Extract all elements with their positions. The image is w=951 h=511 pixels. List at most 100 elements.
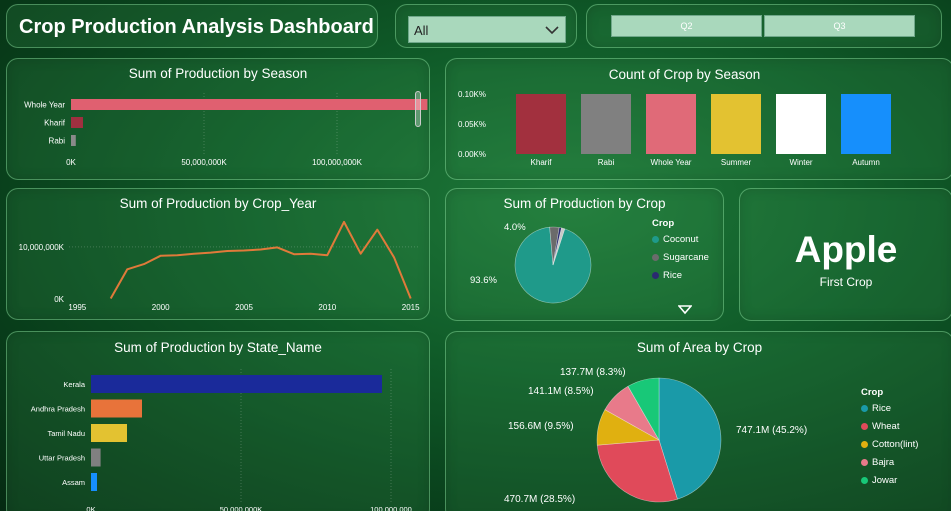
legend-label: Bajra: [872, 457, 895, 468]
x-tick-label: 50,000,000K: [181, 158, 227, 167]
x-category-label: Rabi: [598, 158, 615, 167]
legend-item[interactable]: Jowar: [861, 475, 918, 486]
legend-dot: [861, 423, 868, 430]
bar: [91, 473, 97, 491]
quarter-button-q3[interactable]: Q3: [764, 15, 915, 37]
bar: [91, 399, 142, 418]
chevron-down-icon: [545, 26, 559, 35]
legend-label: Rice: [663, 270, 683, 281]
quarter-button-q2[interactable]: Q2: [611, 15, 762, 37]
season-production-chart: 0K 50,000,000K 100,000,000K Whole Year Khari…: [24, 93, 428, 167]
dashboard-title: Crop Production Analysis Dashboard: [6, 4, 378, 48]
legend-dot: [861, 459, 868, 466]
season-dropdown[interactable]: All: [408, 16, 566, 43]
pie-data-label: 137.7M (8.3%): [560, 367, 626, 378]
pie-data-label: 93.6%: [470, 275, 497, 286]
y-tick-label: 0K: [54, 295, 64, 304]
legend-item[interactable]: Sugarcane: [652, 252, 709, 263]
legend-dot: [652, 236, 659, 243]
legend-title: Crop: [652, 218, 675, 229]
season-slicer-panel: All: [395, 4, 577, 48]
y-category-label: Kerala: [63, 380, 86, 389]
legend-item[interactable]: Rice: [861, 403, 918, 414]
x-tick-label: 0K: [66, 158, 76, 167]
legend-dot: [861, 441, 868, 448]
bar: [91, 448, 101, 467]
bar: [71, 135, 76, 146]
legend-title: Crop: [861, 387, 884, 398]
x-category-label: Whole Year: [651, 158, 692, 167]
year-production-panel: Sum of Production by Crop_Year 0K 10,000,…: [6, 188, 430, 320]
x-category-label: Kharif: [531, 158, 553, 167]
x-tick-label: 100,000,000K: [312, 158, 362, 167]
season-count-chart: 0.00K% 0.05K% 0.10K% Kharif Rabi Whole Year Su…: [458, 90, 891, 167]
y-tick-label: 0.05K%: [458, 120, 486, 129]
legend-item[interactable]: Coconut: [652, 234, 709, 245]
y-category-label: Tamil Nadu: [47, 429, 85, 438]
y-category-label: Whole Year: [24, 101, 65, 110]
x-tick-label: 2005: [235, 303, 253, 312]
legend-dot: [861, 405, 868, 412]
bar: [71, 117, 83, 128]
legend-label: Sugarcane: [663, 252, 709, 263]
bar: [91, 424, 127, 442]
crop-production-panel: Sum of Production by Crop 4.0% 93.6% Crop…: [445, 188, 724, 321]
pie-data-label: 156.6M (9.5%): [508, 421, 574, 432]
legend-label: Cotton(lint): [872, 439, 919, 450]
x-category-label: Summer: [721, 158, 752, 167]
x-tick-label: 0K: [86, 505, 95, 511]
kpi-value: Apple: [794, 229, 898, 270]
bar: [841, 94, 891, 154]
y-category-label: Uttar Pradesh: [39, 454, 85, 463]
legend-dot: [652, 272, 659, 279]
bar: [581, 94, 631, 154]
dropdown-selected-value: All: [414, 23, 429, 38]
legend-label: Rice: [872, 403, 892, 414]
y-tick-label: 10,000,000K: [19, 243, 65, 252]
x-tick-label: 100,000,000: [370, 505, 412, 511]
series-line: [109, 220, 412, 299]
bar: [91, 375, 382, 393]
x-tick-label: 1995: [68, 303, 86, 312]
legend-dot: [861, 477, 868, 484]
y-category-label: Kharif: [44, 119, 66, 128]
legend-item[interactable]: Bajra: [861, 457, 918, 468]
x-category-label: Autumn: [852, 158, 880, 167]
legend-item[interactable]: Rice: [652, 270, 709, 281]
legend-label: Coconut: [663, 234, 699, 245]
bar: [776, 94, 826, 154]
kpi-card: Apple First Crop: [739, 188, 951, 321]
legend-label: Jowar: [872, 475, 898, 486]
bar: [711, 94, 761, 154]
bar: [516, 94, 566, 154]
y-tick-label: 0.10K%: [458, 90, 486, 99]
kpi-label: First Crop: [819, 275, 873, 289]
legend-label: Wheat: [872, 421, 900, 432]
pie-data-label: 141.1M (8.5%): [528, 386, 594, 397]
y-category-label: Andhra Pradesh: [31, 405, 85, 414]
y-category-label: Rabi: [49, 137, 66, 146]
area-crop-panel: Sum of Area by Crop 747.1M (45.2%) 470.7M…: [445, 331, 951, 511]
x-tick-label: 2000: [152, 303, 170, 312]
quarter-slicer-panel: Q2 Q3: [586, 4, 942, 48]
x-tick-label: 2010: [318, 303, 336, 312]
year-production-chart: 0K 10,000,000K 1995 2000 2005 2010 2015: [19, 220, 420, 312]
pie-data-label: 4.0%: [504, 222, 526, 233]
crop-legend: Crop Coconut Sugarcane Rice: [652, 218, 709, 288]
caret-down-icon[interactable]: [678, 305, 692, 315]
pie-data-label: 747.1M (45.2%): [736, 425, 807, 436]
season-count-panel: Count of Crop by Season 0.00K% 0.05K% 0.10…: [445, 58, 951, 180]
legend-item[interactable]: Cotton(lint): [861, 439, 918, 450]
pie-data-label: 470.7M (28.5%): [504, 494, 575, 505]
chart-scrollbar[interactable]: [415, 91, 421, 127]
x-tick-label: 50,000,000K: [220, 505, 263, 511]
y-category-label: Assam: [62, 478, 85, 487]
bar: [71, 99, 428, 110]
legend-dot: [652, 254, 659, 261]
bar: [646, 94, 696, 154]
y-tick-label: 0.00K%: [458, 150, 486, 159]
area-legend: Crop Rice Wheat Cotton(lint) Bajra Jowar: [861, 387, 918, 493]
legend-item[interactable]: Wheat: [861, 421, 918, 432]
x-tick-label: 2015: [402, 303, 420, 312]
state-production-chart: 0K 50,000,000K 100,000,000 Kerala Andhra Pra…: [31, 369, 412, 511]
